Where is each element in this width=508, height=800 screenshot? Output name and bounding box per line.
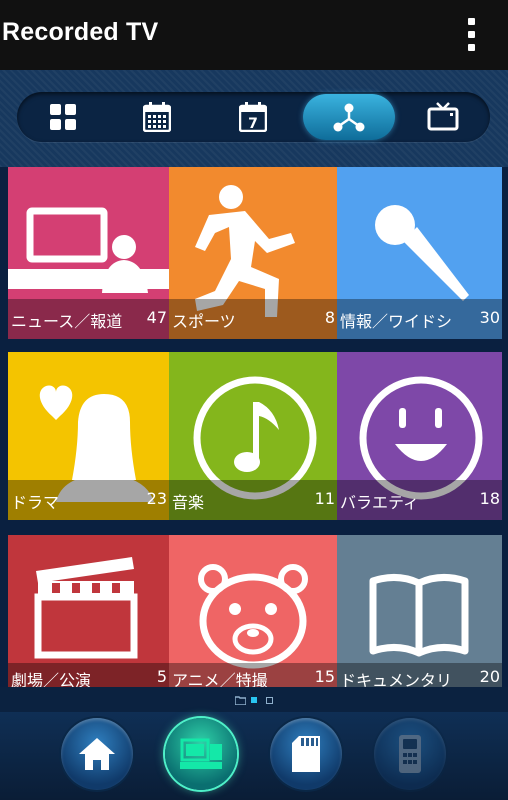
genre-count: 30	[479, 308, 500, 327]
genre-tile-music[interactable]: 音楽 11	[169, 352, 337, 520]
recorder-icon	[180, 738, 222, 769]
genre-label: 情報／ワイドシ	[340, 312, 453, 331]
calendar-day-number: 7	[248, 116, 258, 132]
tab-channel[interactable]	[397, 92, 489, 142]
genre-caption: スポーツ 8	[169, 299, 337, 339]
tab-calendar[interactable]	[111, 92, 203, 142]
sd-card-button[interactable]	[270, 718, 342, 790]
genre-count: 8	[324, 308, 335, 327]
genre-label: 音楽	[172, 493, 205, 512]
recorder-button[interactable]	[165, 718, 237, 790]
genre-label: スポーツ	[172, 312, 236, 331]
tab-genre[interactable]	[303, 94, 395, 140]
genre-count: 15	[314, 667, 335, 686]
genre-count: 47	[146, 308, 167, 327]
genre-caption: バラエティ 18	[337, 480, 502, 520]
app-header: Recorded TV	[0, 0, 508, 70]
genre-caption: アニメ／特撮 15	[169, 663, 337, 687]
genre-label: ニュース／報道	[11, 312, 123, 331]
genre-network-icon	[333, 103, 365, 132]
genre-count: 23	[146, 489, 167, 508]
genre-label: バラエティ	[340, 493, 420, 512]
remote-control-icon	[399, 735, 421, 773]
grid-icon	[50, 104, 76, 130]
genre-caption: ニュース／報道 47	[8, 299, 169, 339]
genre-tile-news[interactable]: ニュース／報道 47	[8, 167, 169, 339]
genre-count: 18	[479, 489, 500, 508]
genre-tile-theater[interactable]: 劇場／公演 5	[8, 535, 169, 687]
sd-card-icon	[292, 736, 320, 772]
page-dot[interactable]	[266, 697, 273, 704]
genre-tile-sports[interactable]: スポーツ 8	[169, 167, 337, 339]
genre-tile-drama[interactable]: ドラマ 23	[8, 352, 169, 520]
genre-count: 20	[479, 667, 500, 686]
tab-grid[interactable]	[17, 92, 109, 142]
tab-day[interactable]: 7	[207, 92, 299, 142]
genre-label: ドキュメンタリ	[340, 671, 453, 687]
calendar-icon	[143, 102, 171, 132]
remote-control-button[interactable]	[374, 718, 446, 790]
page-dot-active[interactable]	[251, 697, 257, 703]
genre-tile-documentary[interactable]: ドキュメンタリ 20	[337, 535, 502, 687]
page-title: Recorded TV	[2, 18, 159, 46]
genre-label: アニメ／特撮	[172, 671, 268, 687]
genre-count: 11	[314, 489, 335, 508]
tv-icon	[427, 102, 459, 131]
genre-label: ドラマ	[11, 493, 60, 512]
genre-label: 劇場／公演	[11, 671, 92, 687]
genre-tile-variety[interactable]: バラエティ 18	[337, 352, 502, 520]
home-button[interactable]	[61, 718, 133, 790]
genre-grid: ニュース／報道 47 スポーツ 8 情報／ワイドシ 30 ドラマ 23 音楽 1…	[0, 167, 508, 687]
genre-caption: 音楽 11	[169, 480, 337, 520]
home-icon	[79, 738, 115, 770]
bottom-navigation	[0, 712, 508, 800]
page-indicator	[0, 687, 508, 712]
folder-icon	[235, 696, 246, 705]
genre-tile-anime[interactable]: アニメ／特撮 15	[169, 535, 337, 687]
genre-count: 5	[156, 667, 167, 686]
view-tab-area: 7	[0, 70, 508, 167]
genre-caption: ドキュメンタリ 20	[337, 663, 502, 687]
view-tab-bar: 7	[17, 92, 490, 142]
calendar-day-icon: 7	[239, 102, 267, 132]
overflow-menu-icon[interactable]	[464, 18, 478, 52]
genre-caption: 劇場／公演 5	[8, 663, 169, 687]
genre-caption: ドラマ 23	[8, 480, 169, 520]
genre-tile-info[interactable]: 情報／ワイドシ 30	[337, 167, 502, 339]
genre-caption: 情報／ワイドシ 30	[337, 299, 502, 339]
